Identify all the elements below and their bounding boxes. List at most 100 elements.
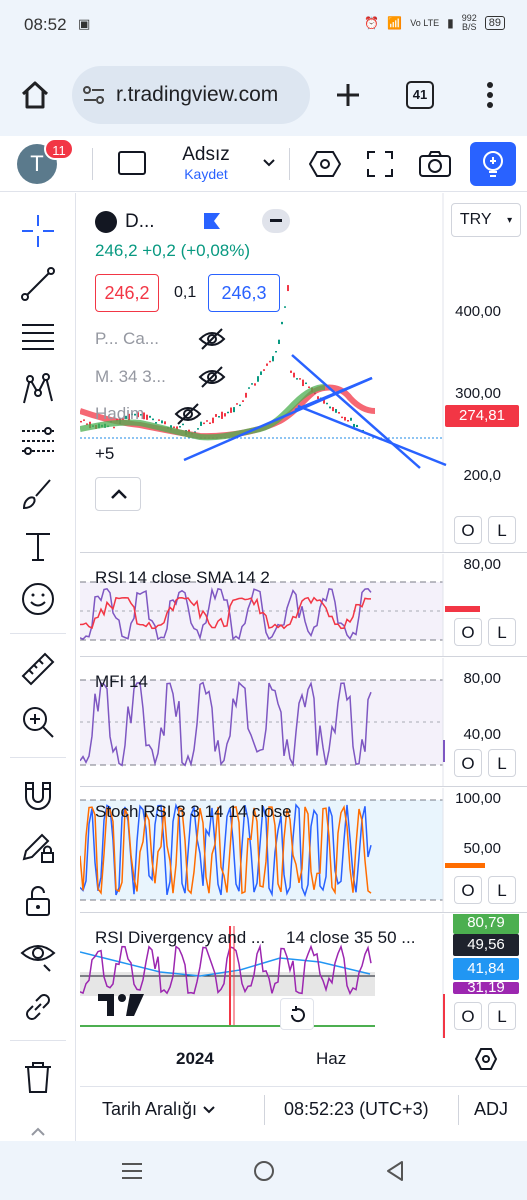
- candle: [230, 407, 232, 413]
- horizontal-lines-icon: [22, 324, 54, 350]
- delete-tool[interactable]: [16, 1055, 60, 1099]
- layout-name-button[interactable]: Adsız Kaydet: [168, 144, 244, 182]
- main-chart-pane[interactable]: D... TRY ▾ 246,2 +0,2 (+0,08%) 246,2 0,1…: [80, 193, 527, 553]
- collapse-legend-button[interactable]: [262, 209, 290, 233]
- chart-settings-icon[interactable]: [474, 1047, 498, 1071]
- currency-select[interactable]: TRY ▾: [451, 203, 521, 237]
- browser-menu-icon[interactable]: [482, 80, 498, 110]
- adj-button[interactable]: ADJ: [474, 1099, 508, 1120]
- measure-tool[interactable]: [16, 647, 60, 691]
- layout-icon[interactable]: [118, 151, 146, 175]
- zoom-tool[interactable]: [16, 700, 60, 744]
- symbol-name: D...: [125, 211, 155, 232]
- sell-button[interactable]: 246,2: [95, 274, 159, 312]
- indicator-legend-1[interactable]: P... Ca...: [95, 329, 159, 349]
- link-tool[interactable]: [16, 985, 60, 1029]
- visibility-tool[interactable]: [16, 933, 60, 977]
- l-button[interactable]: L: [488, 876, 516, 904]
- pattern-tool[interactable]: [16, 367, 60, 411]
- fib-tool[interactable]: [16, 315, 60, 359]
- new-tab-icon[interactable]: [334, 81, 362, 109]
- rsi-divergency-pane[interactable]: RSI Divergency and ... 14 close 35 50 ..…: [80, 914, 527, 1038]
- value-tag: 31,19: [453, 982, 519, 994]
- symbol-legend[interactable]: D...: [95, 211, 155, 233]
- eye-hidden-icon[interactable]: [198, 327, 226, 351]
- spread-value: 0,1: [174, 284, 197, 301]
- link-icon: [26, 994, 50, 1020]
- candle: [272, 356, 274, 362]
- rsi-title[interactable]: RSI 14 close SMA 14 2: [95, 568, 270, 588]
- rsi-pane[interactable]: RSI 14 close SMA 14 2 80,00 O L: [80, 554, 527, 657]
- candle: [236, 403, 238, 405]
- axis-label: 200,0: [463, 467, 501, 484]
- candle: [251, 383, 253, 385]
- candle: [284, 306, 286, 308]
- l-button[interactable]: L: [488, 749, 516, 777]
- trendline-tool[interactable]: [16, 262, 60, 306]
- tradingview-logo[interactable]: [98, 992, 144, 1018]
- l-button[interactable]: L: [488, 516, 516, 544]
- site-settings-icon[interactable]: [82, 84, 106, 106]
- l-button[interactable]: L: [488, 1002, 516, 1030]
- fullscreen-icon[interactable]: [367, 151, 393, 177]
- camera-icon[interactable]: [419, 150, 451, 178]
- crosshair-tool[interactable]: [16, 209, 60, 253]
- candle: [206, 420, 208, 422]
- bottom-toolbar: Tarih Aralığı 08:52:23 (UTC+3) ADJ: [80, 1086, 527, 1136]
- mfi-pane[interactable]: MFI 14 80,00 40,00 O L: [80, 658, 527, 787]
- recent-apps-icon[interactable]: [120, 1161, 144, 1181]
- back-icon[interactable]: [384, 1159, 406, 1183]
- more-indicators-count[interactable]: +5: [95, 444, 114, 464]
- stoch-rsi-pane[interactable]: Stoch RSI 3 3 14 14 close 100,00 50,00 O…: [80, 788, 527, 913]
- candle: [215, 414, 217, 417]
- o-button[interactable]: O: [454, 1002, 482, 1030]
- l-button[interactable]: L: [488, 618, 516, 646]
- rsi-divergency-title[interactable]: RSI Divergency and ...: [95, 928, 265, 948]
- volte-label: Vo LTE: [410, 17, 440, 28]
- symbol-logo-icon: [95, 211, 117, 233]
- o-button[interactable]: O: [454, 618, 482, 646]
- timezone-clock[interactable]: 08:52:23 (UTC+3): [284, 1099, 429, 1120]
- signal-icon: ▮: [447, 16, 454, 30]
- emoji-tool[interactable]: [16, 577, 60, 621]
- o-button[interactable]: O: [454, 516, 482, 544]
- trendline-icon: [21, 267, 55, 301]
- stoch-rsi-title[interactable]: Stoch RSI 3 3 14 14 close: [95, 802, 292, 822]
- date-range-button[interactable]: Tarih Aralığı: [102, 1099, 215, 1120]
- pattern-icon: [23, 373, 53, 404]
- candle: [275, 351, 277, 353]
- divider: [264, 1095, 265, 1125]
- lock-all-tool[interactable]: [16, 879, 60, 923]
- indicator-legend-2[interactable]: M. 34 3...: [95, 367, 166, 387]
- indicators-icon[interactable]: [309, 150, 341, 178]
- forecast-tool[interactable]: [16, 419, 60, 463]
- mfi-title[interactable]: MFI 14: [95, 672, 148, 692]
- flag-icon[interactable]: [202, 211, 222, 231]
- eye-hidden-icon[interactable]: [174, 402, 202, 426]
- reset-icon: [290, 1006, 305, 1023]
- lock-drawings-tool[interactable]: [16, 825, 60, 869]
- ideas-button[interactable]: [470, 142, 516, 186]
- home-icon[interactable]: [20, 80, 50, 110]
- date-range-label: Tarih Aralığı: [102, 1099, 198, 1119]
- tab-switcher-button[interactable]: 41: [406, 81, 434, 109]
- toolbar-more-icon[interactable]: [30, 1127, 46, 1137]
- indicator-legend-3[interactable]: Hadim: [95, 404, 144, 424]
- o-button[interactable]: O: [454, 749, 482, 777]
- alarm-icon: ⏰: [364, 16, 380, 30]
- brush-tool[interactable]: [16, 472, 60, 516]
- o-button[interactable]: O: [454, 876, 482, 904]
- eye-hidden-icon[interactable]: [198, 365, 226, 389]
- text-tool[interactable]: [16, 524, 60, 568]
- chevron-down-icon[interactable]: [262, 158, 276, 168]
- candle: [335, 409, 337, 413]
- reset-chart-button[interactable]: [280, 998, 314, 1030]
- home-nav-icon[interactable]: [252, 1159, 276, 1183]
- url-text[interactable]: r.tradingview.com: [116, 83, 278, 107]
- minus-icon: [270, 219, 282, 222]
- time-axis[interactable]: 2024 Haz: [80, 1038, 527, 1084]
- magnet-tool[interactable]: [16, 773, 60, 817]
- buy-button[interactable]: 246,3: [208, 274, 280, 312]
- expand-legend-button[interactable]: [95, 477, 141, 511]
- chevron-up-icon: [111, 489, 127, 499]
